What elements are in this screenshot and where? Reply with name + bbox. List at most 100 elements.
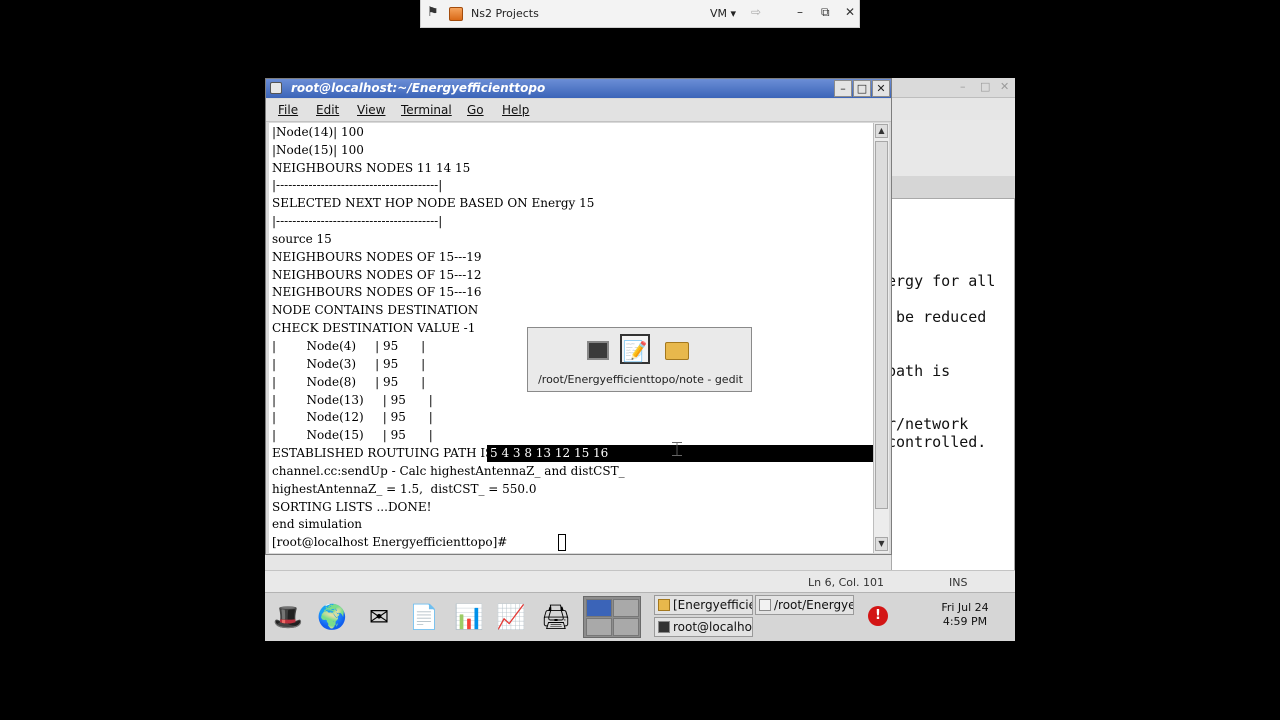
task-label: /root/Energyeff — [774, 598, 853, 612]
output-line: NEIGHBOURS NODES 11 14 15 — [272, 161, 471, 175]
gedit-statusbar: Ln 6, Col. 101 INS — [265, 570, 1015, 592]
clock-time: 4:59 PM — [942, 615, 988, 628]
doc-line: controlled. — [887, 433, 987, 451]
output-line: NEIGHBOURS NODES OF 15---19 — [272, 250, 482, 264]
close-button[interactable]: ✕ — [872, 80, 890, 97]
panel-clock[interactable]: Fri Jul 24 4:59 PM — [925, 601, 1005, 629]
output-line: highestAntennaZ_ = 1.5, distCST_ = 550.0 — [272, 482, 537, 496]
menu-edit[interactable]: Edit — [316, 103, 339, 117]
output-line: CHECK DESTINATION VALUE -1 — [272, 321, 476, 335]
print-manager-icon[interactable]: 🖨 — [538, 599, 574, 635]
output-line: |Node(15)| 100 — [272, 143, 364, 157]
output-line: |---------------------------------------… — [272, 214, 443, 228]
workspace-1[interactable] — [586, 599, 612, 617]
doc-line: be reduced — [896, 308, 987, 326]
workspace-switcher[interactable] — [583, 596, 641, 638]
terminal-window[interactable]: root@localhost:~/Energyefficienttopo – □… — [265, 78, 892, 555]
app-icon — [449, 7, 463, 21]
redhat-menu-icon[interactable]: 🎩 — [270, 599, 306, 635]
output-line: | Node(3) | 95 | — [272, 357, 426, 371]
terminal-scrollbar[interactable]: ▲ ▼ — [873, 123, 889, 553]
terminal-titlebar[interactable]: root@localhost:~/Energyefficienttopo – □… — [266, 79, 891, 98]
menu-terminal[interactable]: Terminal — [401, 103, 452, 117]
remote-viewer-toolbar: ⚑ Ns2 Projects VM ▾ ⇨ – ⧉ ✕ — [420, 0, 860, 28]
viewer-title: Ns2 Projects — [471, 7, 539, 20]
bottom-panel: 🎩 🌍 ✉ 📄 📊 📈 🖨 [Energyefficier /root/Ener… — [265, 592, 1015, 641]
switcher-caption: /root/Energyefficienttopo/note - gedit — [538, 373, 743, 386]
output-line: NEIGHBOURS NODES OF 15---16 — [272, 285, 482, 299]
output-line: SORTING LISTS ...DONE! — [272, 500, 432, 514]
web-browser-icon[interactable]: 🌍 — [314, 599, 350, 635]
cursor-position: Ln 6, Col. 101 — [808, 576, 885, 589]
output-line: |---------------------------------------… — [272, 178, 443, 192]
output-line: | Node(4) | 95 | — [272, 339, 426, 353]
task-label: root@localhost — [673, 620, 752, 634]
forward-icon[interactable]: ⇨ — [751, 5, 761, 19]
maximize-button[interactable]: □ — [853, 80, 871, 97]
folder-icon — [658, 599, 670, 611]
calc-icon[interactable]: 📊 — [451, 599, 487, 635]
menu-help[interactable]: Help — [502, 103, 529, 117]
terminal-icon — [270, 82, 282, 94]
routing-path-selection[interactable]: 5 4 3 8 13 12 15 16 — [490, 445, 608, 462]
minimize-icon[interactable]: – — [797, 5, 803, 19]
remote-desktop: – □ ✕ ergy for all be reduced path is r/… — [265, 78, 1015, 641]
workspace-3[interactable] — [586, 618, 612, 636]
impress-icon[interactable]: 📈 — [493, 599, 529, 635]
shell-prompt: [root@localhost Energyefficienttopo]# — [272, 535, 508, 549]
email-icon[interactable]: ✉ — [361, 599, 397, 635]
window-switcher: 📝 /root/Energyefficienttopo/note - gedit — [527, 327, 752, 392]
gedit-tab-bar[interactable] — [891, 176, 1015, 198]
task-gedit[interactable]: /root/Energyeff — [755, 595, 854, 615]
output-line: ESTABLISHED ROUTUING PATH IS — [272, 446, 494, 460]
ibeam-cursor-icon: ⌶ — [671, 437, 683, 461]
scroll-down-icon[interactable]: ▼ — [875, 537, 888, 551]
terminal-icon — [658, 621, 670, 633]
close-icon[interactable]: ✕ — [845, 5, 855, 19]
terminal-icon[interactable] — [583, 334, 613, 364]
terminal-menubar: File Edit View Terminal Go Help — [266, 99, 891, 122]
pin-icon[interactable]: ⚑ — [427, 5, 439, 20]
output-line: SELECTED NEXT HOP NODE BASED ON Energy 1… — [272, 196, 595, 210]
gedit-close-button[interactable]: ✕ — [1000, 80, 1009, 93]
writer-icon[interactable]: 📄 — [406, 599, 442, 635]
scroll-up-icon[interactable]: ▲ — [875, 124, 888, 138]
task-label: [Energyefficier — [673, 598, 753, 612]
gedit-note-icon[interactable]: 📝 — [620, 334, 650, 364]
menu-file[interactable]: File — [278, 103, 298, 117]
output-line: | Node(13) | 95 | — [272, 393, 433, 407]
output-line: channel.cc:sendUp - Calc highestAntennaZ… — [272, 464, 625, 478]
insert-mode: INS — [949, 576, 968, 589]
workspace-4[interactable] — [613, 618, 639, 636]
menu-go[interactable]: Go — [467, 103, 484, 117]
gedit-icon — [759, 599, 771, 611]
workspace-2[interactable] — [613, 599, 639, 617]
menu-view[interactable]: View — [357, 103, 385, 117]
output-line: source 15 — [272, 232, 332, 246]
terminal-title: root@localhost:~/Energyefficienttopo — [291, 81, 546, 95]
gedit-document[interactable] — [891, 198, 1015, 628]
vm-menu[interactable]: VM ▾ — [710, 7, 736, 20]
restore-icon[interactable]: ⧉ — [821, 5, 830, 20]
scrollbar-thumb[interactable] — [875, 141, 888, 509]
task-terminal[interactable]: root@localhost — [654, 617, 753, 637]
output-line: | Node(15) | 95 | — [272, 428, 433, 442]
output-line: | Node(8) | 95 | — [272, 375, 426, 389]
minimize-button[interactable]: – — [834, 80, 852, 97]
doc-line: r/network — [887, 415, 969, 433]
clock-date: Fri Jul 24 — [941, 601, 989, 614]
folder-icon[interactable] — [662, 334, 692, 364]
update-alert-icon[interactable]: ! — [868, 606, 888, 626]
output-line: |Node(14)| 100 — [272, 125, 364, 139]
gedit-maximize-button[interactable]: □ — [980, 80, 990, 93]
vm-label: VM — [710, 7, 728, 20]
chevron-down-icon: ▾ — [730, 7, 737, 20]
terminal-cursor — [558, 534, 566, 551]
task-folder[interactable]: [Energyefficier — [654, 595, 753, 615]
output-line: end simulation — [272, 517, 363, 531]
output-line: | Node(12) | 95 | — [272, 410, 433, 424]
doc-line: ergy for all — [887, 272, 996, 290]
gedit-minimize-button[interactable]: – — [960, 80, 966, 93]
output-line: NODE CONTAINS DESTINATION — [272, 303, 479, 317]
doc-line: path is — [887, 362, 951, 380]
